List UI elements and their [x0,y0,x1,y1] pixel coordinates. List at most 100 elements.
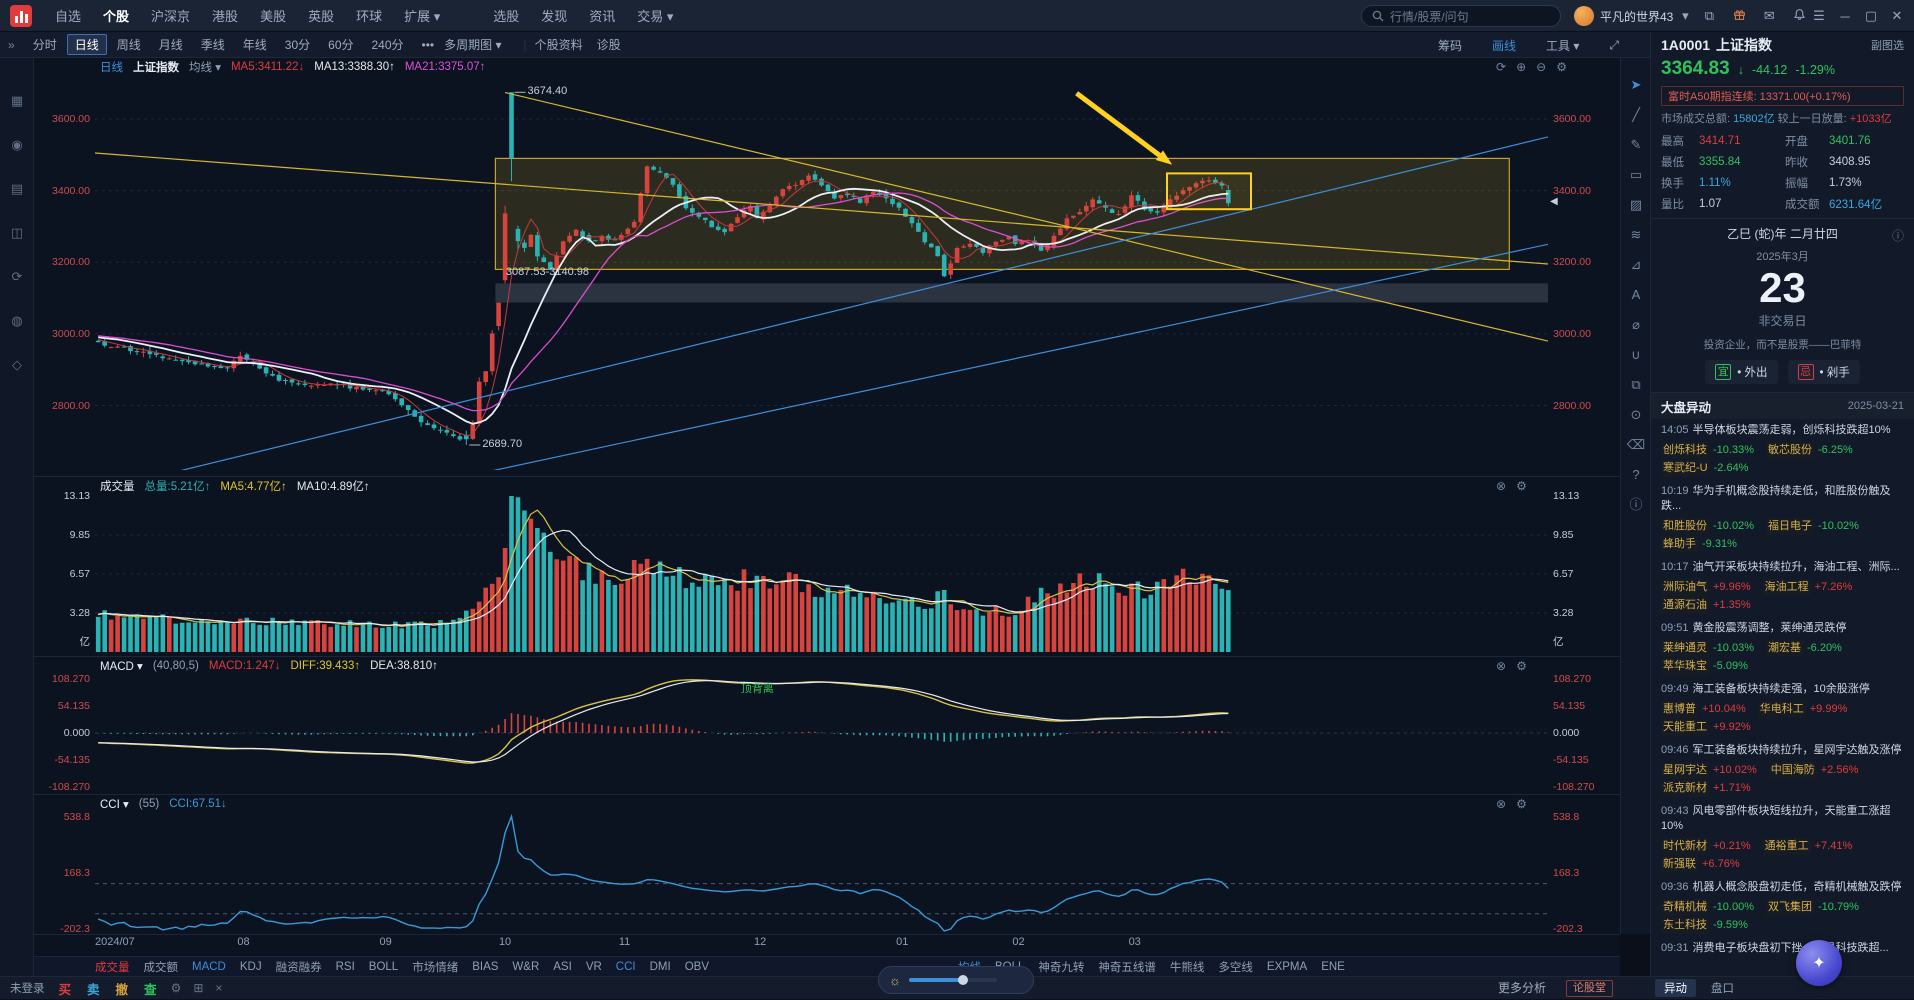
fullscreen-icon[interactable]: ⤢ [1609,38,1619,53]
indicator-tab-CCI[interactable]: CCI [616,961,636,973]
stock-chip[interactable]: 福日电子 -10.02% [1765,518,1859,535]
indicator-tab-EXPMA[interactable]: EXPMA [1267,961,1307,973]
eye-icon[interactable]: ⊙ [1621,400,1651,430]
indicator-tab-神奇五线谱[interactable]: 神奇五线谱 [1098,959,1156,975]
slider-knob[interactable] [958,975,969,985]
indicator-tab-BIAS[interactable]: BIAS [472,961,498,973]
indicator-tab-ENE[interactable]: ENE [1321,961,1345,973]
indicator-tab-OBV[interactable]: OBV [685,961,709,973]
a50-futures-banner[interactable]: 富时A50期指连续: 13371.00(+0.17%) [1661,86,1904,106]
collapse-sidebar-icon[interactable]: » [8,38,15,52]
subchart-select-button[interactable]: 副图选 [1871,37,1904,53]
period-tab-60分[interactable]: 60分 [320,34,361,55]
news-item[interactable]: 14:05 半导体板块震荡走弱，创烁科技跌超10% 创烁科技 -10.33% 敏芯股份 -… [1661,423,1904,477]
hatch-icon[interactable]: ▨ [1621,190,1651,220]
news-item[interactable]: 09:49 海工装备板块持续走强，10余股涨停 惠博普 +10.04% 华电科工 +9.9… [1661,682,1904,736]
stock-chip[interactable]: 通裕重工 +7.41% [1762,838,1852,855]
menu-item-环球[interactable]: 环球 [356,6,382,25]
indicator-tab-DMI[interactable]: DMI [650,961,671,973]
chip-distribution-button[interactable]: 筹码 [1438,37,1462,54]
pencil-icon[interactable]: ✎ [1621,130,1651,160]
menu-icon[interactable]: ☰ [1806,8,1832,24]
menu-item-选股[interactable]: 选股 [493,6,519,25]
brightness-slider[interactable] [908,975,997,985]
news-item[interactable]: 10:17 油气开采板块持续拉升，海油工程、洲际... 洲际油气 +9.96% 海油工程… [1661,560,1904,614]
pointer-icon[interactable]: ➤ [1621,70,1651,100]
info-icon[interactable]: ⓘ [1892,227,1904,244]
indicator-tab-ASI[interactable]: ASI [553,961,572,973]
period-tab-年线[interactable]: 年线 [235,34,275,55]
volume-chart[interactable] [95,496,1548,652]
menu-item-美股[interactable]: 美股 [260,6,286,25]
rect-icon[interactable]: ▭ [1621,160,1651,190]
indicator-tab-多空线[interactable]: 多空线 [1218,959,1253,975]
text-icon[interactable]: A [1621,280,1651,310]
indicator-tab-W&R[interactable]: W&R [512,961,539,973]
stock-chip[interactable]: 奇精机械 -10.00% [1661,899,1754,916]
collapse-panel-arrow-icon[interactable]: ◀ [1550,196,1558,207]
trade-button-撤[interactable]: 撤 [116,979,129,998]
period-tab-日线[interactable]: 日线 [66,34,107,55]
minimize-icon[interactable]: ─ [1832,9,1858,24]
draw-line-button[interactable]: 画线 [1492,37,1516,54]
user-area[interactable]: 平凡的世界43 ▾ ⧉ ✉ [1574,0,1811,32]
settings-gear-icon[interactable]: ⚙ [1516,479,1527,493]
stock-chip[interactable]: 创烁科技 -10.33% [1661,442,1754,459]
apps-grid-icon[interactable]: ⊞ [193,981,203,995]
panel-icon[interactable]: ◫ [0,216,34,250]
period-tab-季线[interactable]: 季线 [193,34,233,55]
cci-label[interactable]: CCI ▾ [100,797,129,811]
menu-item-自选[interactable]: 自选 [55,6,81,25]
indicator-tab-MACD[interactable]: MACD [192,961,226,973]
indicator-tab-KDJ[interactable]: KDJ [240,961,262,973]
menu-item-扩展[interactable]: 扩展 ▾ [404,6,440,25]
panel-tab-异动[interactable]: 异动 [1655,979,1696,997]
period-tab-周线[interactable]: 周线 [109,34,149,55]
stock-chip[interactable]: 华电科工 +9.99% [1757,701,1847,718]
stock-chip[interactable]: 惠博普 +10.04% [1661,701,1746,718]
trade-button-卖[interactable]: 卖 [87,979,100,998]
indicator-tab-成交额[interactable]: 成交额 [144,959,179,975]
brightness-control[interactable]: ☼ [878,966,1034,994]
indicator-tab-VR[interactable]: VR [586,961,602,973]
close-icon[interactable]: ✕ [1884,8,1910,24]
stock-chip[interactable]: 蜂助手 -9.31% [1661,536,1737,553]
stock-chip[interactable]: 萃华珠宝 -5.09% [1661,658,1748,675]
zoom-in-icon[interactable]: ⊕ [1516,60,1526,74]
app-logo-icon[interactable] [10,4,32,27]
help-icon[interactable]: ? [1621,460,1651,490]
stock-chip[interactable]: 中国海防 +2.56% [1768,762,1858,779]
settings-gear-icon[interactable]: ⚙ [1556,60,1567,74]
stock-chip[interactable]: 潮宏基 -6.20% [1765,640,1842,657]
kline-icon[interactable]: ◉ [0,128,34,162]
period-tab-240分[interactable]: 240分 [364,34,412,55]
maximize-icon[interactable]: ▢ [1858,8,1884,24]
chart-period-label[interactable]: 日线 [100,59,123,75]
search-input[interactable]: 行情/股票/问句 [1361,5,1561,27]
diagnose-button[interactable]: 诊股 [597,36,621,53]
indicator-tab-RSI[interactable]: RSI [336,961,355,973]
stock-info-button[interactable]: 个股资料 [535,36,583,53]
stock-chip[interactable]: 时代新材 +0.21% [1661,838,1751,855]
macd-label[interactable]: MACD ▾ [100,659,143,673]
ma-selector[interactable]: 均线 ▾ [189,59,221,75]
chat-icon[interactable]: ◍ [0,304,34,338]
indicator-tab-融资融券[interactable]: 融资融券 [276,959,322,975]
volume-label[interactable]: 成交量 [100,478,135,494]
monitor-icon[interactable]: ▦ [0,84,34,118]
tools-button[interactable]: 工具 ▾ [1546,37,1579,54]
stock-chip[interactable]: 海油工程 +7.26% [1762,579,1852,596]
news-item[interactable]: 09:46 军工装备板块持续拉升，星网宇达触及涨停 星网宇达 +10.02% 中国海防 +… [1661,743,1904,797]
gift-icon[interactable] [1727,8,1751,24]
macd-chart[interactable] [95,676,1548,790]
list-icon[interactable]: ▤ [0,172,34,206]
stock-chip[interactable]: 洲际油气 +9.96% [1661,579,1751,596]
menu-item-英股[interactable]: 英股 [308,6,334,25]
news-item[interactable]: 09:36 机器人概念股盘初走低，奇精机械触及跌停 奇精机械 -10.00% 双飞集团 -… [1661,880,1904,934]
indicator-tab-成交量[interactable]: 成交量 [95,959,130,975]
close-icon[interactable]: ⊗ [1496,479,1506,493]
menu-item-资讯[interactable]: 资讯 [589,6,615,25]
close-icon[interactable]: × [215,981,222,995]
panel-tab-盘口[interactable]: 盘口 [1702,979,1743,997]
close-icon[interactable]: ⊗ [1496,797,1506,811]
